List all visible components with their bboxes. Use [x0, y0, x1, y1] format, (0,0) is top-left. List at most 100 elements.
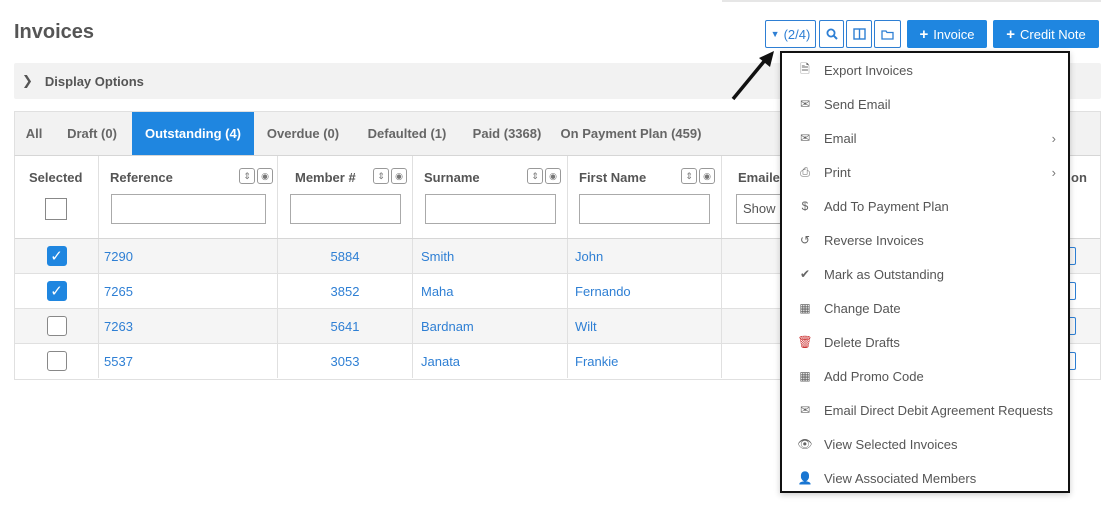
row-checkbox[interactable]: ✓	[46, 246, 67, 266]
reference-cell[interactable]: 7290	[99, 239, 278, 273]
menu-item-label: Add Promo Code	[824, 368, 924, 384]
reference-cell[interactable]: 7265	[99, 274, 278, 308]
sort-icon[interactable]: ⇕	[681, 168, 697, 184]
undo-icon: ↺	[799, 233, 811, 247]
sort-icon[interactable]: ⇕	[527, 168, 543, 184]
add-invoice-label: Invoice	[933, 26, 975, 42]
menu-item-add-promo-code[interactable]: ▦ Add Promo Code	[782, 359, 1068, 393]
envelope-icon: ✉	[799, 97, 811, 111]
col-member: Member # ⇕ ◉	[278, 156, 413, 238]
search-button[interactable]	[819, 20, 844, 48]
menu-item-email[interactable]: ✉ Email ›	[782, 121, 1068, 155]
select-all-checkbox[interactable]	[45, 198, 67, 220]
row-checkbox[interactable]	[46, 316, 67, 336]
row-action-button[interactable]	[1070, 247, 1076, 265]
menu-item-label: Mark as Outstanding	[824, 266, 944, 282]
surname-cell[interactable]: Bardnam	[413, 309, 568, 343]
selection-count: (2/4)	[783, 26, 811, 42]
envelope-icon: ✉	[799, 403, 811, 417]
top-border	[722, 0, 1101, 2]
print-icon: ⎙	[800, 164, 810, 179]
first-name-cell[interactable]: Frankie	[568, 344, 722, 378]
menu-item-label: Reverse Invoices	[824, 232, 924, 248]
tab-label: Paid (3368)	[472, 126, 542, 141]
first-name-filter-input[interactable]	[579, 194, 710, 224]
reference-cell[interactable]: 7263	[99, 309, 278, 343]
caret-down-icon: ▼	[770, 29, 780, 39]
tab-on-payment-plan[interactable]: On Payment Plan (459)	[551, 112, 711, 155]
bulk-actions-menu: 🗎 Export Invoices ✉ Send Email ✉ Email › ⎙ Pr…	[780, 51, 1070, 493]
columns-button[interactable]	[846, 20, 872, 48]
reference-filter-input[interactable]	[111, 194, 266, 224]
excel-file-icon: 🗎	[800, 61, 810, 76]
tab-defaulted[interactable]: Defaulted (1)	[351, 112, 463, 155]
eye-icon[interactable]: ◉	[545, 168, 561, 184]
surname-cell[interactable]: Smith	[413, 239, 568, 273]
surname-cell[interactable]: Janata	[413, 344, 568, 378]
display-options-label: Display Options	[44, 73, 144, 89]
tab-draft[interactable]: Draft (0)	[53, 112, 131, 155]
add-credit-note-label: Credit Note	[1020, 26, 1086, 42]
menu-item-label: Export Invoices	[824, 62, 913, 78]
surname-filter-input[interactable]	[425, 194, 556, 224]
menu-item-mark-as-outstanding[interactable]: ✔ Mark as Outstanding	[782, 257, 1068, 291]
folder-icon	[881, 29, 894, 40]
menu-item-view-associated-members[interactable]: 👤 View Associated Members	[782, 461, 1068, 495]
first-name-cell[interactable]: John	[568, 239, 722, 273]
row-action-button[interactable]	[1070, 352, 1076, 370]
menu-item-reverse-invoices[interactable]: ↺ Reverse Invoices	[782, 223, 1068, 257]
columns-icon	[852, 28, 866, 40]
envelope-icon: ✉	[799, 131, 811, 145]
row-checkbox[interactable]: ✓	[46, 281, 67, 301]
menu-item-send-email[interactable]: ✉ Send Email	[782, 87, 1068, 121]
calendar-icon: ▦	[799, 301, 811, 315]
tab-overdue[interactable]: Overdue (0)	[255, 112, 351, 155]
menu-item-export-invoices[interactable]: 🗎 Export Invoices	[782, 53, 1068, 87]
member-cell[interactable]: 5641	[278, 309, 413, 343]
row-select-cell	[15, 309, 99, 343]
col-action-label: on	[1071, 170, 1087, 185]
tab-label: Outstanding (4)	[144, 126, 242, 141]
tab-paid[interactable]: Paid (3368)	[463, 112, 551, 155]
menu-item-delete-drafts[interactable]: 🗑 Delete Drafts	[782, 325, 1068, 359]
search-icon	[826, 28, 838, 40]
eye-icon[interactable]: ◉	[391, 168, 407, 184]
sort-icon[interactable]: ⇕	[373, 168, 389, 184]
chevron-right-icon: ›	[1051, 164, 1056, 180]
add-credit-note-button[interactable]: + Credit Note	[993, 20, 1099, 48]
menu-item-print[interactable]: ⎙ Print ›	[782, 155, 1068, 189]
reference-cell[interactable]: 5537	[99, 344, 278, 378]
row-select-cell: ✓	[15, 274, 99, 308]
col-surname: Surname ⇕ ◉	[413, 156, 568, 238]
col-reference-label: Reference	[110, 170, 173, 185]
sort-icon[interactable]: ⇕	[239, 168, 255, 184]
eye-icon[interactable]: ◉	[699, 168, 715, 184]
col-first-name-label: First Name	[579, 170, 647, 185]
member-filter-input[interactable]	[290, 194, 401, 224]
col-surname-label: Surname	[424, 170, 480, 185]
first-name-cell[interactable]: Fernando	[568, 274, 722, 308]
row-action-button[interactable]	[1070, 282, 1076, 300]
row-select-cell	[15, 344, 99, 378]
surname-cell[interactable]: Maha	[413, 274, 568, 308]
menu-item-add-to-payment-plan[interactable]: $ Add To Payment Plan	[782, 189, 1068, 223]
member-cell[interactable]: 3852	[278, 274, 413, 308]
add-invoice-button[interactable]: + Invoice	[907, 20, 987, 48]
menu-item-label: View Selected Invoices	[824, 436, 958, 452]
member-cell[interactable]: 3053	[278, 344, 413, 378]
folder-button[interactable]	[874, 20, 901, 48]
first-name-cell[interactable]: Wilt	[568, 309, 722, 343]
row-checkbox[interactable]	[46, 351, 67, 371]
col-member-label: Member #	[295, 170, 356, 185]
tab-outstanding[interactable]: Outstanding (4)	[132, 112, 254, 155]
selection-dropdown-button[interactable]: ▼ (2/4)	[765, 20, 816, 48]
menu-item-email-direct-debit[interactable]: ✉ Email Direct Debit Agreement Requests	[782, 393, 1068, 427]
menu-item-view-selected-invoices[interactable]: 👁 View Selected Invoices	[782, 427, 1068, 461]
user-icon: 👤	[797, 471, 813, 485]
menu-item-change-date[interactable]: ▦ Change Date	[782, 291, 1068, 325]
tab-all[interactable]: All	[15, 112, 53, 155]
eye-icon[interactable]: ◉	[257, 168, 273, 184]
row-action-button[interactable]	[1070, 317, 1076, 335]
row-select-cell: ✓	[15, 239, 99, 273]
member-cell[interactable]: 5884	[278, 239, 413, 273]
